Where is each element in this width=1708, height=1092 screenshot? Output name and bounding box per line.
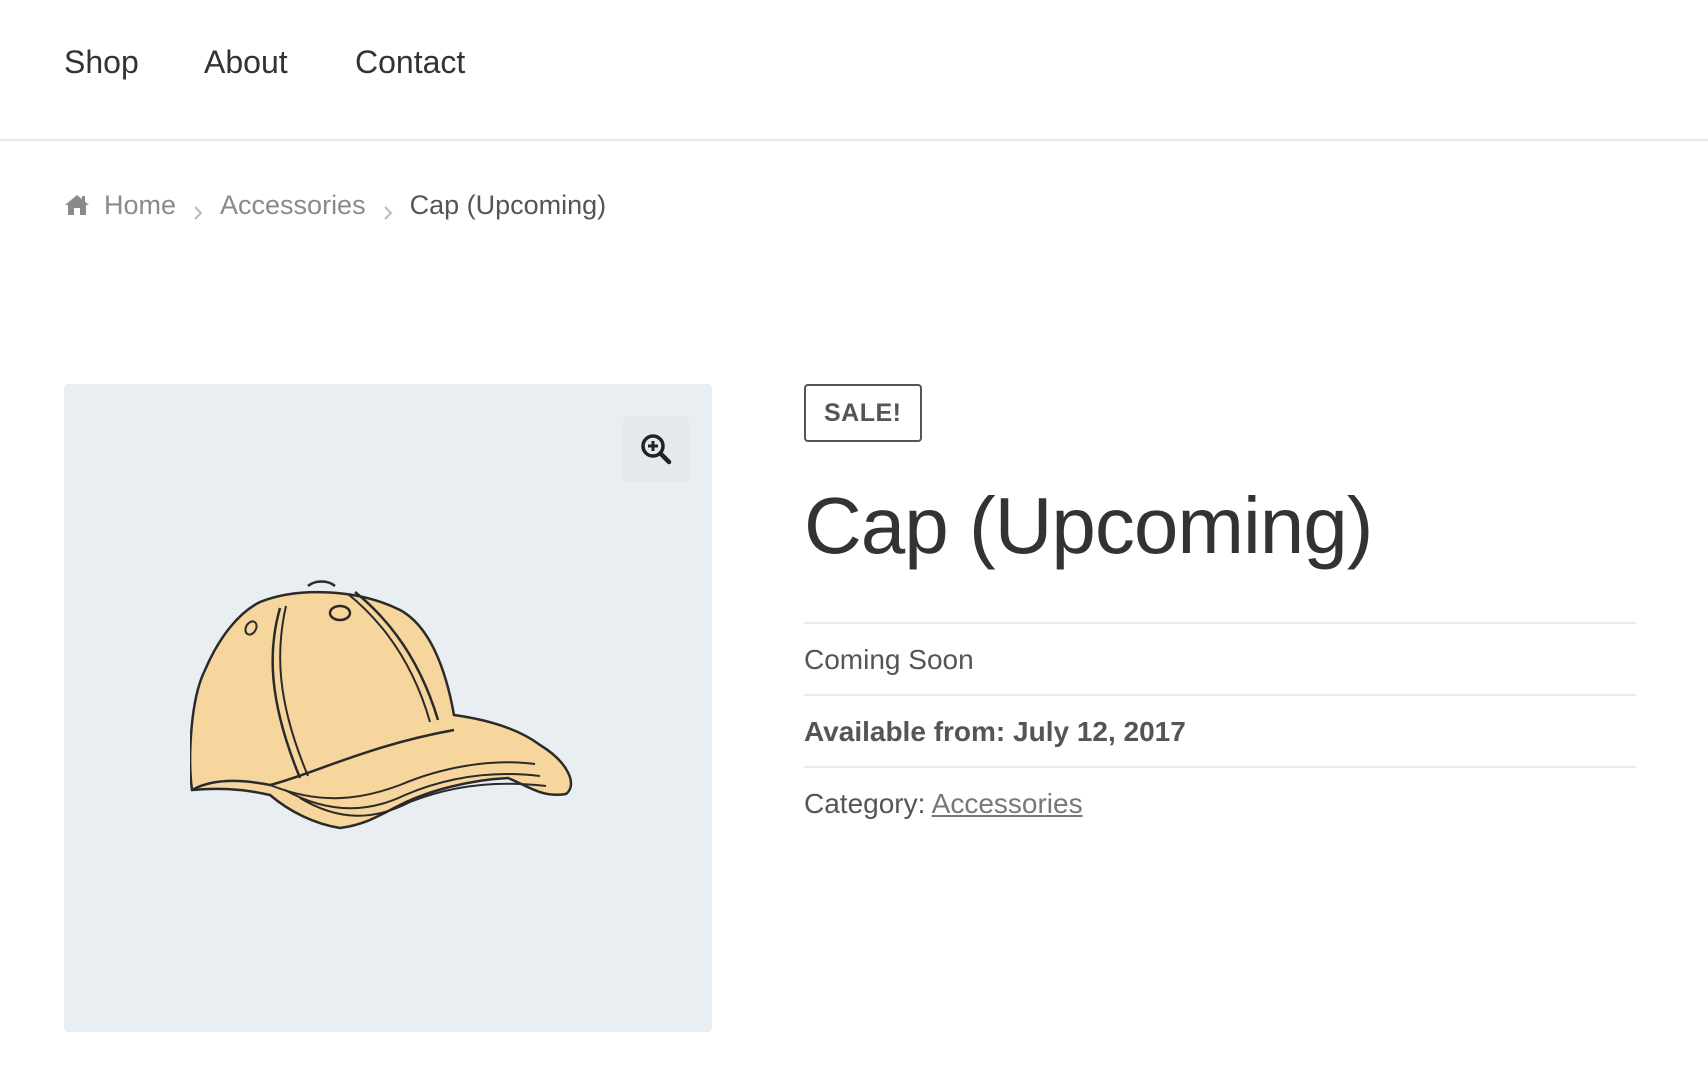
- chevron-right-icon: [382, 197, 394, 220]
- zoom-button[interactable]: [623, 416, 689, 482]
- stock-status: Coming Soon: [804, 624, 1636, 696]
- product-category: Category: Accessories: [804, 768, 1636, 838]
- category-label: Category:: [804, 788, 926, 819]
- sale-badge: SALE!: [804, 384, 922, 442]
- zoom-in-icon: [641, 434, 672, 465]
- cap-illustration[interactable]: [190, 580, 590, 840]
- breadcrumb-current: Cap (Upcoming): [409, 189, 607, 220]
- product-gallery: [64, 384, 712, 1032]
- product-title: Cap (Upcoming): [804, 481, 1373, 570]
- breadcrumb: Home Accessories Cap (Upcoming): [64, 188, 606, 222]
- nav-item-about[interactable]: About: [204, 42, 288, 82]
- category-link[interactable]: Accessories: [932, 788, 1083, 819]
- home-icon[interactable]: [64, 193, 90, 217]
- nav-item-contact[interactable]: Contact: [355, 42, 465, 82]
- breadcrumb-accessories-link[interactable]: Accessories: [220, 190, 366, 221]
- product-summary: SALE! Cap (Upcoming) Coming Soon Availab…: [804, 384, 1636, 838]
- primary-navigation: Shop About Contact: [0, 0, 1708, 141]
- availability-date: Available from: July 12, 2017: [804, 696, 1636, 768]
- breadcrumb-home-link[interactable]: Home: [104, 190, 176, 221]
- nav-item-shop[interactable]: Shop: [64, 42, 139, 82]
- chevron-right-icon: [192, 197, 204, 220]
